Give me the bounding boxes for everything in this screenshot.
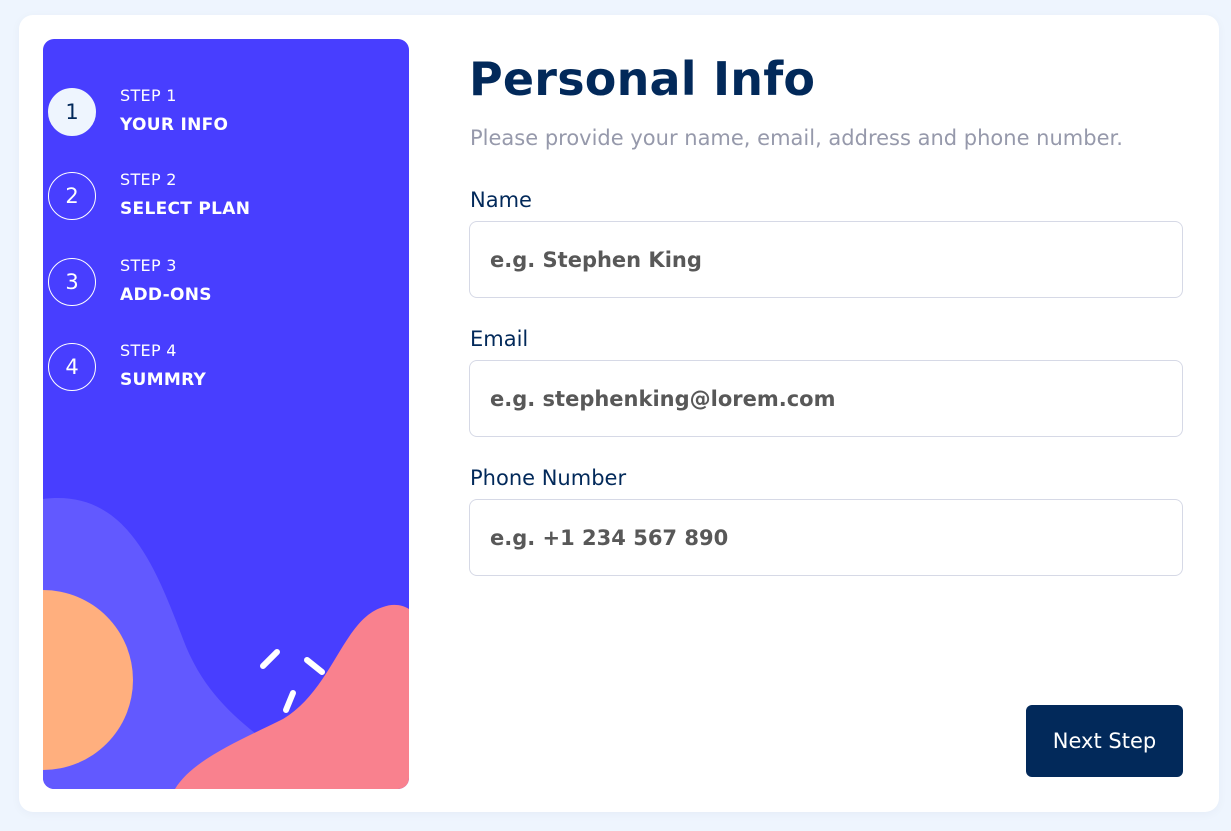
sidebar-step-your-info[interactable]: 1 STEP 1 YOUR INFO	[48, 86, 348, 138]
step-title: SUMMRY	[120, 370, 207, 390]
page-title: Personal Info	[469, 52, 816, 106]
step-label: STEP 2	[120, 170, 177, 189]
name-input[interactable]	[469, 221, 1183, 298]
step-number-badge: 1	[48, 88, 96, 136]
step-label: STEP 3	[120, 256, 177, 275]
sidebar-step-summary[interactable]: 4 STEP 4 SUMMRY	[48, 341, 348, 393]
email-label: Email	[470, 327, 529, 351]
step-title: ADD-ONS	[120, 285, 212, 305]
phone-input[interactable]	[469, 499, 1183, 576]
step-label: STEP 4	[120, 341, 177, 360]
steps-sidebar	[43, 39, 409, 789]
sidebar-step-add-ons[interactable]: 3 STEP 3 ADD-ONS	[48, 256, 348, 308]
page-subtitle: Please provide your name, email, address…	[470, 126, 1123, 150]
step-label: STEP 1	[120, 86, 177, 105]
step-number-badge: 3	[48, 258, 96, 306]
phone-label: Phone Number	[470, 466, 627, 490]
step-number-badge: 4	[48, 343, 96, 391]
step-title: YOUR INFO	[120, 115, 229, 135]
sidebar-step-select-plan[interactable]: 2 STEP 2 SELECT PLAN	[48, 170, 348, 222]
step-title: SELECT PLAN	[120, 199, 251, 219]
next-step-button[interactable]: Next Step	[1026, 705, 1183, 777]
name-label: Name	[470, 188, 532, 212]
sidebar-decoration	[43, 498, 409, 789]
step-number-badge: 2	[48, 172, 96, 220]
email-input[interactable]	[469, 360, 1183, 437]
